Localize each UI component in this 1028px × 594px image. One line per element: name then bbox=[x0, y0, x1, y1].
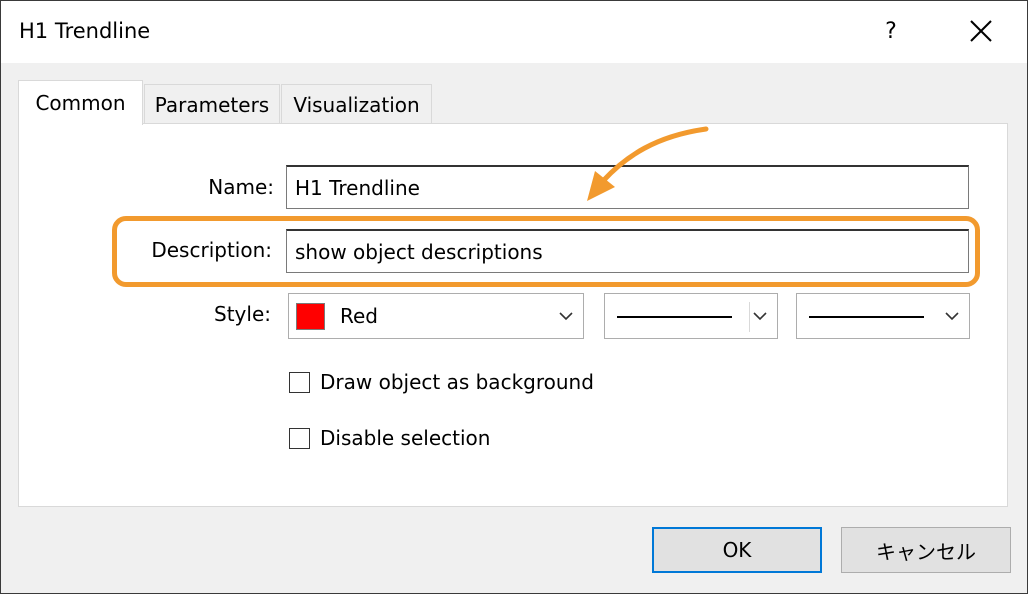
title-bar: H1 Trendline ? bbox=[1, 1, 1027, 63]
close-button[interactable] bbox=[959, 9, 1003, 53]
draw-background-label[interactable]: Draw object as background bbox=[320, 370, 594, 394]
draw-background-checkbox[interactable] bbox=[289, 372, 310, 393]
tab-common[interactable]: Common bbox=[18, 80, 143, 125]
chevron-down-icon bbox=[945, 312, 959, 321]
name-label: Name: bbox=[208, 175, 274, 199]
line-width-sample bbox=[809, 316, 924, 318]
tab-parameters[interactable]: Parameters bbox=[144, 84, 280, 124]
ok-button[interactable]: OK bbox=[652, 527, 822, 573]
line-style-sample bbox=[617, 316, 732, 318]
cancel-button[interactable]: キャンセル bbox=[841, 527, 1011, 573]
close-icon bbox=[970, 20, 992, 42]
line-width-select[interactable] bbox=[796, 293, 970, 339]
style-label: Style: bbox=[214, 302, 271, 326]
tab-visualization[interactable]: Visualization bbox=[281, 84, 432, 124]
color-swatch bbox=[296, 303, 325, 330]
line-style-select[interactable] bbox=[604, 293, 778, 339]
description-highlight-frame bbox=[112, 216, 980, 287]
help-button[interactable]: ? bbox=[871, 9, 911, 53]
chevron-down-icon bbox=[753, 312, 767, 321]
disable-selection-checkbox[interactable] bbox=[289, 428, 310, 449]
color-select[interactable]: Red bbox=[288, 293, 584, 339]
dialog-title: H1 Trendline bbox=[19, 19, 151, 43]
color-name: Red bbox=[340, 304, 378, 328]
annotation-arrow-icon bbox=[587, 126, 709, 201]
disable-selection-label[interactable]: Disable selection bbox=[320, 426, 490, 450]
trendline-dialog: H1 Trendline ? Common Parameters Visuali… bbox=[0, 0, 1028, 594]
combo-separator bbox=[749, 302, 750, 332]
chevron-down-icon bbox=[559, 312, 573, 321]
